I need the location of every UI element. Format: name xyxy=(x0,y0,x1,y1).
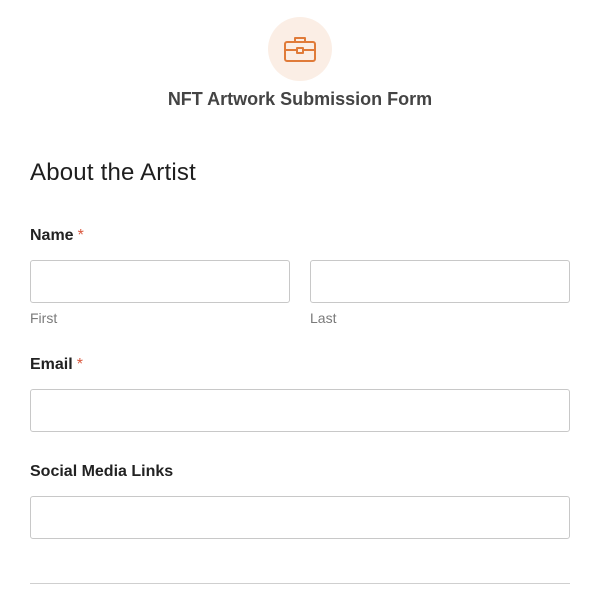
form-title: NFT Artwork Submission Form xyxy=(167,89,433,109)
social-media-links-label: Social Media Links xyxy=(30,463,174,480)
first-name-input[interactable] xyxy=(30,260,290,303)
form-icon-badge xyxy=(268,17,332,81)
form-page: NFT Artwork Submission Form About the Ar… xyxy=(0,0,600,600)
last-name-sublabel: Last xyxy=(310,310,337,326)
section-heading: About the Artist xyxy=(30,159,196,186)
email-label: Email * xyxy=(30,355,83,375)
briefcase-icon xyxy=(284,37,316,62)
name-label-text: Name xyxy=(30,227,74,244)
email-input[interactable] xyxy=(30,389,570,432)
name-label: Name * xyxy=(30,226,84,246)
email-required-marker: * xyxy=(76,356,83,373)
email-label-text: Email xyxy=(30,356,73,373)
section-divider xyxy=(30,583,570,584)
first-name-sublabel: First xyxy=(30,310,58,326)
name-required-marker: * xyxy=(77,227,84,244)
social-media-links-input[interactable] xyxy=(30,496,570,539)
last-name-input[interactable] xyxy=(310,260,570,303)
